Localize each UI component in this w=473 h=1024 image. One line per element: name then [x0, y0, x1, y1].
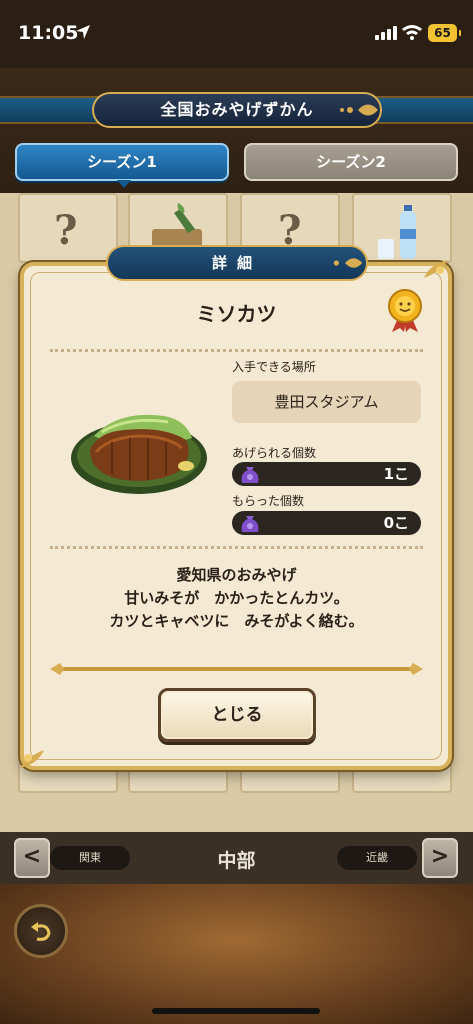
pouch-icon [241, 467, 259, 483]
undo-arrow-icon [31, 922, 51, 941]
bottom-area [0, 884, 473, 1024]
received-count-bar: 0こ [232, 511, 421, 535]
wifi-icon [402, 25, 422, 40]
misokatsu-image [71, 414, 207, 494]
medal-icon [388, 289, 422, 332]
giveable-count: 1こ [383, 465, 409, 483]
location-value: 豊田スタジアム [232, 381, 421, 423]
description-line: 愛知県のおみやげ [176, 566, 297, 584]
back-button[interactable] [14, 904, 68, 958]
flourish-right-icon [333, 258, 363, 268]
tab-season-1[interactable]: シーズン1 [15, 143, 229, 188]
next-region-label[interactable]: 近畿 [337, 846, 417, 870]
description-line: 甘いみそが かかったとんカツ。 [124, 589, 349, 607]
unknown-mark: ? [54, 207, 78, 254]
signal-icon [375, 26, 397, 40]
battery-icon: 65 [428, 24, 461, 42]
flourish-right-icon [340, 104, 378, 116]
water-bottle-item-icon [378, 205, 416, 259]
close-button[interactable]: とじる [158, 688, 316, 742]
location-arrow-icon [76, 25, 90, 39]
grid-cell[interactable] [352, 193, 452, 263]
giveable-count-bar: 1こ [232, 462, 421, 486]
divider [50, 546, 423, 549]
status-bar: 11:05 65 [0, 0, 473, 68]
received-label: もらった個数 [232, 494, 305, 508]
received-count: 0こ [383, 514, 409, 532]
grid-cell[interactable]: ? [18, 193, 118, 263]
giveable-label: あげられる個数 [232, 446, 317, 460]
home-indicator [152, 1008, 320, 1014]
divider [50, 349, 423, 352]
pouch-icon [241, 516, 259, 532]
status-time: 11:05 [18, 22, 79, 44]
tab-season-2[interactable]: シーズン2 [244, 143, 458, 181]
location-label: 入手できる場所 [232, 360, 316, 374]
ornamental-rule [50, 663, 423, 675]
next-region-button[interactable]: > [422, 838, 458, 878]
corner-ornament-icon [20, 750, 44, 768]
description-line: カツとキャベツに みそがよく絡む。 [109, 612, 364, 630]
